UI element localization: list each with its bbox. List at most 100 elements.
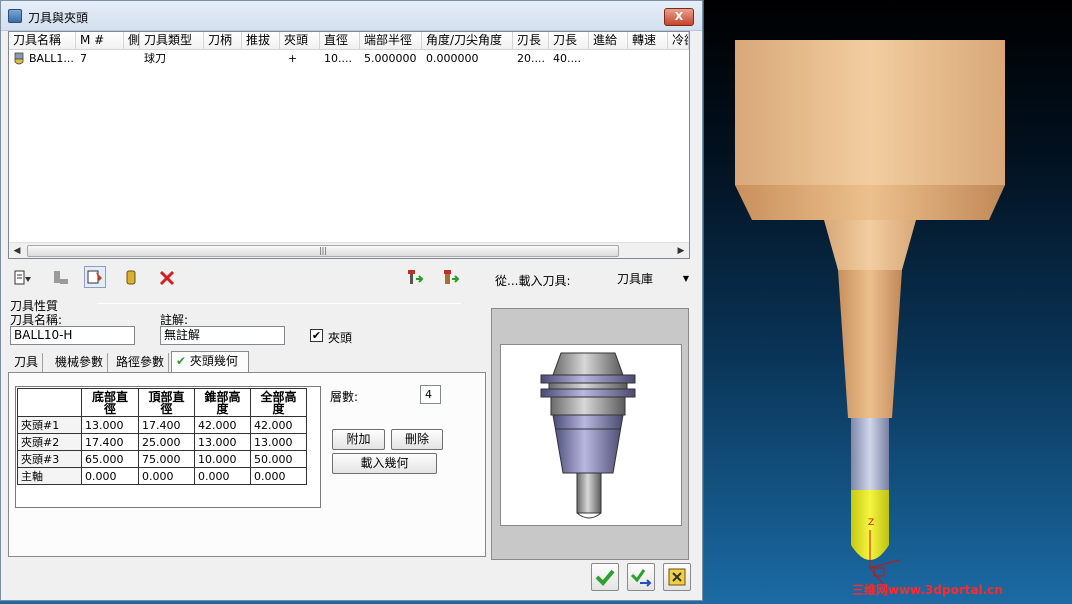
cell-tool-length: 40.... bbox=[553, 52, 581, 65]
watermark: 三维网www.3dportal.cn bbox=[852, 583, 1003, 597]
holder-preview-frame bbox=[491, 308, 689, 560]
help-button[interactable] bbox=[663, 563, 691, 591]
table-row[interactable]: 夾頭#1 13.000 17.400 42.000 42.000 bbox=[17, 416, 307, 434]
table-cell[interactable]: 0.000 bbox=[194, 467, 251, 485]
holder-table-header: 底部直徑 頂部直徑 錐部高度 全部高度 bbox=[17, 388, 307, 417]
title-bar[interactable]: 刀具與夾頭 X bbox=[1, 1, 702, 31]
holder-body bbox=[735, 40, 1005, 185]
tab-path-params[interactable]: 路徑參數 bbox=[112, 353, 170, 372]
close-button[interactable]: X bbox=[664, 8, 694, 26]
table-row[interactable]: 夾頭#2 17.400 25.000 13.000 13.000 bbox=[17, 433, 307, 451]
holder-neck bbox=[824, 220, 916, 270]
cell-corner-radius: 5.000000 bbox=[364, 52, 417, 65]
load-geometry-button[interactable]: 載入幾何 bbox=[332, 453, 437, 474]
tab-holder-geometry[interactable]: ✔ 夾頭幾何 bbox=[171, 351, 249, 372]
table-cell[interactable]: 0.000 bbox=[138, 467, 195, 485]
tool-properties-icon[interactable] bbox=[84, 266, 106, 288]
note-field[interactable]: 無註解 bbox=[160, 326, 285, 345]
import-tool-icon[interactable] bbox=[12, 267, 34, 289]
table-cell[interactable]: 0.000 bbox=[250, 467, 307, 485]
holder-icon[interactable] bbox=[120, 267, 142, 289]
table-cell[interactable]: 65.000 bbox=[81, 450, 139, 468]
col-diameter[interactable]: 直徑 bbox=[320, 32, 360, 49]
tool-shank bbox=[851, 418, 889, 490]
holder-preview bbox=[500, 344, 682, 526]
col-coolant[interactable]: 冷卻 bbox=[668, 32, 689, 49]
col-tool-length[interactable]: 刀長 bbox=[549, 32, 589, 49]
load-source-label: 從...載入刀具: bbox=[495, 274, 571, 288]
delete-tool-icon[interactable] bbox=[156, 267, 178, 289]
cell-tool-name: BALL1... bbox=[29, 52, 74, 65]
col-holder[interactable]: 夾頭 bbox=[280, 32, 320, 49]
window-title: 刀具與夾頭 bbox=[28, 11, 89, 25]
table-cell[interactable]: 10.000 bbox=[194, 450, 251, 468]
table-cell[interactable]: 13.000 bbox=[250, 433, 307, 451]
cell-tool-type: 球刀 bbox=[144, 52, 166, 65]
z-axis-label: Z bbox=[868, 518, 875, 528]
ball-mill-icon bbox=[14, 52, 24, 65]
table-cell[interactable]: 0.000 bbox=[81, 467, 139, 485]
delete-button[interactable]: 刪除 bbox=[391, 429, 443, 450]
row-header: 夾頭#3 bbox=[17, 450, 82, 468]
horizontal-scrollbar[interactable]: ◀ ||| ▶ bbox=[9, 242, 689, 258]
table-cell[interactable]: 13.000 bbox=[81, 416, 139, 434]
graphics-viewport[interactable]: Z 三维网www.3dportal.cn bbox=[704, 0, 1072, 601]
library-select[interactable]: 刀具庫 ▼ bbox=[613, 269, 691, 289]
col-taper[interactable]: 推拔 bbox=[242, 32, 280, 49]
col-tool-type[interactable]: 刀具類型 bbox=[140, 32, 204, 49]
load-tool-icon[interactable] bbox=[404, 267, 426, 289]
col-tool-name[interactable]: 刀具名稱 bbox=[9, 32, 76, 49]
chevron-down-icon: ▼ bbox=[682, 274, 689, 283]
table-cell[interactable]: 42.000 bbox=[250, 416, 307, 434]
holder-chamfer bbox=[735, 185, 1005, 220]
layers-field[interactable]: 4 bbox=[420, 385, 441, 404]
table-cell[interactable]: 25.000 bbox=[138, 433, 195, 451]
apply-button[interactable] bbox=[627, 563, 655, 591]
table-cell[interactable]: 17.400 bbox=[138, 416, 195, 434]
check-icon: ✔ bbox=[176, 354, 187, 368]
col-corner-radius[interactable]: 端部半徑 bbox=[360, 32, 422, 49]
col-side[interactable]: 側 bbox=[124, 32, 140, 49]
add-button[interactable]: 附加 bbox=[332, 429, 385, 450]
scroll-left-icon[interactable]: ◀ bbox=[11, 245, 23, 257]
cell-m-number: 7 bbox=[80, 52, 87, 65]
tool-name-field[interactable]: BALL10-H bbox=[10, 326, 135, 345]
table-cell[interactable]: 50.000 bbox=[250, 450, 307, 468]
table-cell[interactable]: 13.000 bbox=[194, 433, 251, 451]
holder-checkbox[interactable]: ✔ bbox=[310, 329, 323, 342]
holder-checkbox-label: 夾頭 bbox=[328, 331, 353, 345]
table-cell[interactable]: 17.400 bbox=[81, 433, 139, 451]
tool-list[interactable]: 刀具名稱 M # 側 刀具類型 刀柄 推拔 夾頭 直徑 端部半徑 角度/刀尖角度… bbox=[8, 31, 690, 259]
holder-table[interactable]: 底部直徑 頂部直徑 錐部高度 全部高度 夾頭#1 13.000 17.400 4… bbox=[15, 386, 321, 508]
header-total-height: 全部高度 bbox=[250, 388, 307, 417]
table-cell[interactable]: 42.000 bbox=[194, 416, 251, 434]
header-bottom-diameter: 底部直徑 bbox=[81, 388, 139, 417]
cell-flute-length: 20.... bbox=[517, 52, 545, 65]
ok-button[interactable] bbox=[591, 563, 619, 591]
tool-3d-model bbox=[735, 40, 1005, 586]
table-cell[interactable]: 75.000 bbox=[138, 450, 195, 468]
col-angle[interactable]: 角度/刀尖角度 bbox=[422, 32, 513, 49]
tool-list-header: 刀具名稱 M # 側 刀具類型 刀柄 推拔 夾頭 直徑 端部半徑 角度/刀尖角度… bbox=[9, 32, 689, 50]
table-row[interactable]: BALL1... 7 球刀 + 10.... 5.000000 0.000000… bbox=[9, 50, 689, 68]
library-select-value: 刀具庫 bbox=[617, 272, 654, 286]
load-library-icon[interactable] bbox=[440, 267, 462, 289]
col-shank[interactable]: 刀柄 bbox=[204, 32, 242, 49]
tab-tool[interactable]: 刀具 bbox=[10, 353, 44, 372]
row-header: 夾頭#1 bbox=[17, 416, 82, 434]
cell-holder: + bbox=[288, 52, 298, 65]
header-top-diameter: 頂部直徑 bbox=[138, 388, 195, 417]
scroll-thumb[interactable]: ||| bbox=[27, 245, 619, 257]
cell-angle: 0.000000 bbox=[426, 52, 479, 65]
edit-tool-icon[interactable] bbox=[50, 267, 72, 289]
tab-machine-params[interactable]: 機械參數 bbox=[51, 353, 109, 372]
col-m-number[interactable]: M # bbox=[76, 32, 124, 49]
col-flute-length[interactable]: 刃長 bbox=[513, 32, 549, 49]
apply-arrows-icon bbox=[630, 569, 652, 587]
group-divider bbox=[97, 303, 461, 304]
table-row[interactable]: 主軸 0.000 0.000 0.000 0.000 bbox=[17, 467, 307, 485]
col-feed[interactable]: 進給 bbox=[589, 32, 628, 49]
col-speed[interactable]: 轉速 bbox=[628, 32, 668, 49]
scroll-right-icon[interactable]: ▶ bbox=[675, 245, 687, 257]
table-row[interactable]: 夾頭#3 65.000 75.000 10.000 50.000 bbox=[17, 450, 307, 468]
